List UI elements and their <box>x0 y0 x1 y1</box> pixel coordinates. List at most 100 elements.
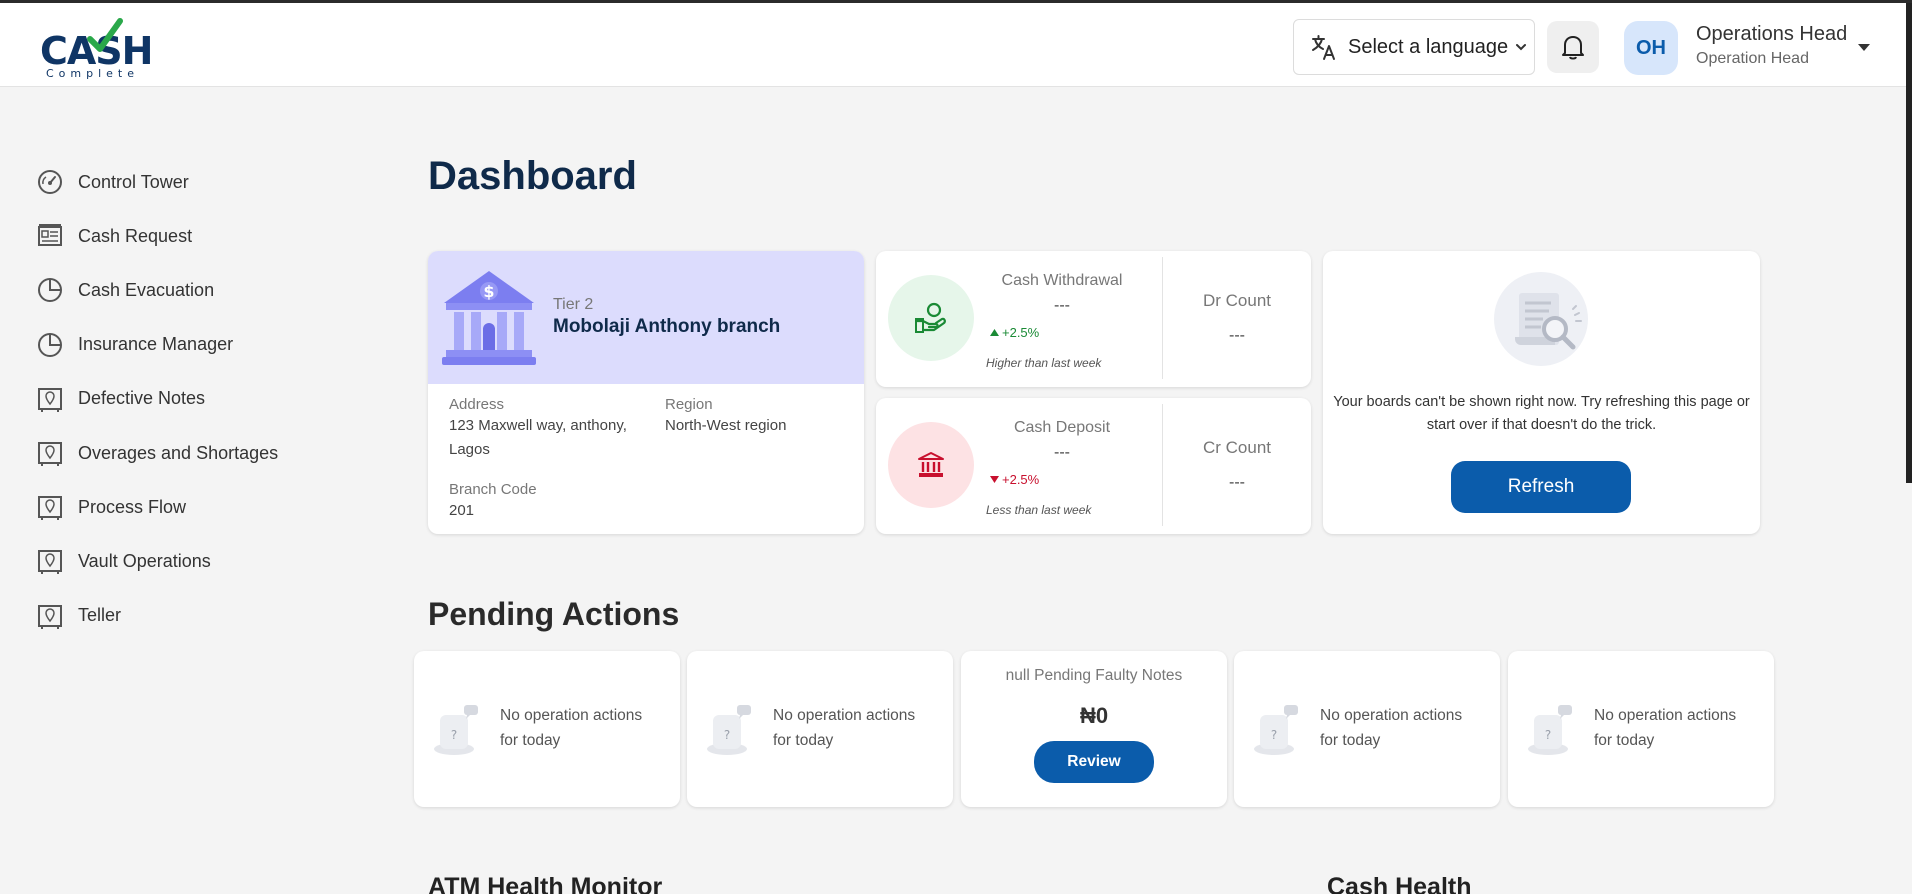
boards-error-message: Your boards can't be shown right now. Tr… <box>1323 391 1760 437</box>
map-pin-frame-icon <box>36 385 64 413</box>
divider <box>1162 404 1163 526</box>
bell-icon <box>1562 36 1584 60</box>
dr-count-value: --- <box>1229 327 1245 344</box>
svg-text:$: $ <box>483 282 494 301</box>
sidebar-item-label: Insurance Manager <box>78 334 234 355</box>
boards-error-line1: Your boards can't be shown right now. Tr… <box>1333 394 1750 410</box>
review-button[interactable]: Review <box>1034 741 1154 783</box>
sidebar-item-teller[interactable]: Teller <box>36 589 336 643</box>
deposit-change-value: +2.5% <box>1002 472 1040 487</box>
svg-text:?: ? <box>724 728 730 742</box>
scrollbar-thumb[interactable] <box>1906 3 1912 483</box>
pending-empty-line2: for today <box>773 732 834 749</box>
sidebar-item-label: Vault Operations <box>78 550 211 571</box>
withdrawal-note: Higher than last week <box>986 356 1102 370</box>
withdrawal-change: +2.5% <box>990 325 1039 340</box>
boards-error-line2: start over if that doesn't do the trick. <box>1426 417 1657 433</box>
branch-tier: Tier 2 <box>553 296 594 313</box>
pending-card: ? No operation actions for today <box>1234 651 1500 807</box>
pending-empty-line1: No operation actions <box>1594 707 1737 724</box>
pending-empty-line1: No operation actions <box>1320 707 1463 724</box>
withdrawal-value: --- <box>1054 297 1070 314</box>
sidebar-item-label: Control Tower <box>78 171 189 192</box>
boards-error-card: Your boards can't be shown right now. Tr… <box>1323 251 1760 534</box>
pending-card: ? No operation actions for today <box>1508 651 1774 807</box>
branch-header: $ Tier 2 Mobolaji Anthony branch <box>428 251 864 384</box>
pending-empty-text: No operation actions for today <box>773 703 915 753</box>
page-title: Dashboard <box>428 154 637 198</box>
map-pin-frame-icon <box>36 493 64 521</box>
sidebar-nav: Control Tower Cash Request Cash Evacuati… <box>36 155 336 643</box>
pending-card: ? No operation actions for today <box>687 651 953 807</box>
bank-building-icon: $ <box>442 271 536 365</box>
cr-count-label: Cr Count <box>1202 438 1272 457</box>
faulty-notes-title: null Pending Faulty Notes <box>1005 667 1183 684</box>
pending-empty-line1: No operation actions <box>773 707 916 724</box>
language-label: Select a language <box>1348 35 1509 58</box>
deposit-icon-circle <box>888 422 974 508</box>
branch-card: $ Tier 2 Mobolaji Anthony branch Address… <box>428 251 864 534</box>
pending-actions-title: Pending Actions <box>428 596 680 632</box>
divider <box>1162 257 1163 379</box>
sidebar-item-cash-evacuation[interactable]: Cash Evacuation <box>36 263 336 317</box>
top-header: CASH Complete Select a language OH Opera… <box>0 3 1912 87</box>
question-clipboard-icon: ? <box>1528 705 1572 755</box>
translate-icon <box>1312 35 1335 60</box>
withdrawal-title: Cash Withdrawal <box>1001 272 1123 289</box>
svg-text:?: ? <box>1271 728 1277 742</box>
triangle-down-icon <box>990 476 999 483</box>
sidebar-item-insurance-manager[interactable]: Insurance Manager <box>36 318 336 372</box>
user-role: Operation Head <box>1696 50 1809 67</box>
language-select[interactable]: Select a language <box>1293 19 1535 75</box>
deposit-change: +2.5% <box>990 472 1039 487</box>
document-search-illustration <box>1494 272 1588 366</box>
withdrawal-change-value: +2.5% <box>1002 325 1040 340</box>
region-value: North-West region <box>665 417 787 434</box>
chevron-down-icon <box>1516 44 1527 51</box>
sidebar-item-label: Process Flow <box>78 496 187 517</box>
atm-health-monitor-title: ATM Health Monitor <box>428 873 663 894</box>
pending-empty-text: No operation actions for today <box>500 703 642 753</box>
pending-card: ? No operation actions for today <box>414 651 680 807</box>
refresh-button[interactable]: Refresh <box>1451 461 1631 513</box>
sidebar-item-control-tower[interactable]: Control Tower <box>36 155 336 209</box>
caret-down-icon[interactable] <box>1857 43 1871 53</box>
avatar[interactable]: OH <box>1624 21 1678 75</box>
question-clipboard-icon: ? <box>1254 705 1298 755</box>
address-label: Address <box>449 396 505 413</box>
sidebar-item-label: Defective Notes <box>78 388 206 409</box>
dr-count-label: Dr Count <box>1202 291 1272 310</box>
cr-count-value: --- <box>1229 474 1245 491</box>
sidebar-item-process-flow[interactable]: Process Flow <box>36 480 336 534</box>
map-pin-frame-icon <box>36 602 64 630</box>
pie-chart-icon <box>36 276 64 304</box>
sidebar-item-defective-notes[interactable]: Defective Notes <box>36 372 336 426</box>
pending-empty-line2: for today <box>1594 732 1655 749</box>
address-line1: 123 Maxwell way, anthony, <box>449 417 627 434</box>
sidebar-item-label: Overages and Shortages <box>78 442 279 463</box>
user-name[interactable]: Operations Head <box>1696 23 1847 46</box>
branch-name: Mobolaji Anthony branch <box>553 316 781 337</box>
cash-deposit-card: Cash Deposit --- +2.5% Less than last we… <box>876 398 1311 534</box>
deposit-title: Cash Deposit <box>1013 419 1111 436</box>
sidebar-item-overages-shortages[interactable]: Overages and Shortages <box>36 426 336 480</box>
sidebar-item-cash-request[interactable]: Cash Request <box>36 209 336 263</box>
region-label: Region <box>665 396 713 413</box>
cash-withdrawal-card: Cash Withdrawal --- +2.5% Higher than la… <box>876 251 1311 387</box>
sidebar-item-vault-operations[interactable]: Vault Operations <box>36 534 336 588</box>
deposit-note: Less than last week <box>986 503 1092 517</box>
map-pin-frame-icon <box>36 439 64 467</box>
cash-complete-logo[interactable]: CASH Complete <box>40 17 153 80</box>
branch-code-label: Branch Code <box>449 481 537 498</box>
sidebar-item-label: Cash Request <box>78 225 193 246</box>
bank-icon <box>918 452 944 477</box>
hand-cash-icon <box>915 302 946 333</box>
withdrawal-icon-circle <box>888 275 974 361</box>
pending-empty-text: No operation actions for today <box>1320 703 1462 753</box>
question-clipboard-icon: ? <box>434 705 478 755</box>
notifications-button[interactable] <box>1547 21 1599 73</box>
speedometer-icon <box>36 168 64 196</box>
address-line2: Lagos <box>449 441 490 458</box>
faulty-notes-amount: ₦0 <box>1079 703 1109 728</box>
sidebar-item-label: Cash Evacuation <box>78 279 215 300</box>
